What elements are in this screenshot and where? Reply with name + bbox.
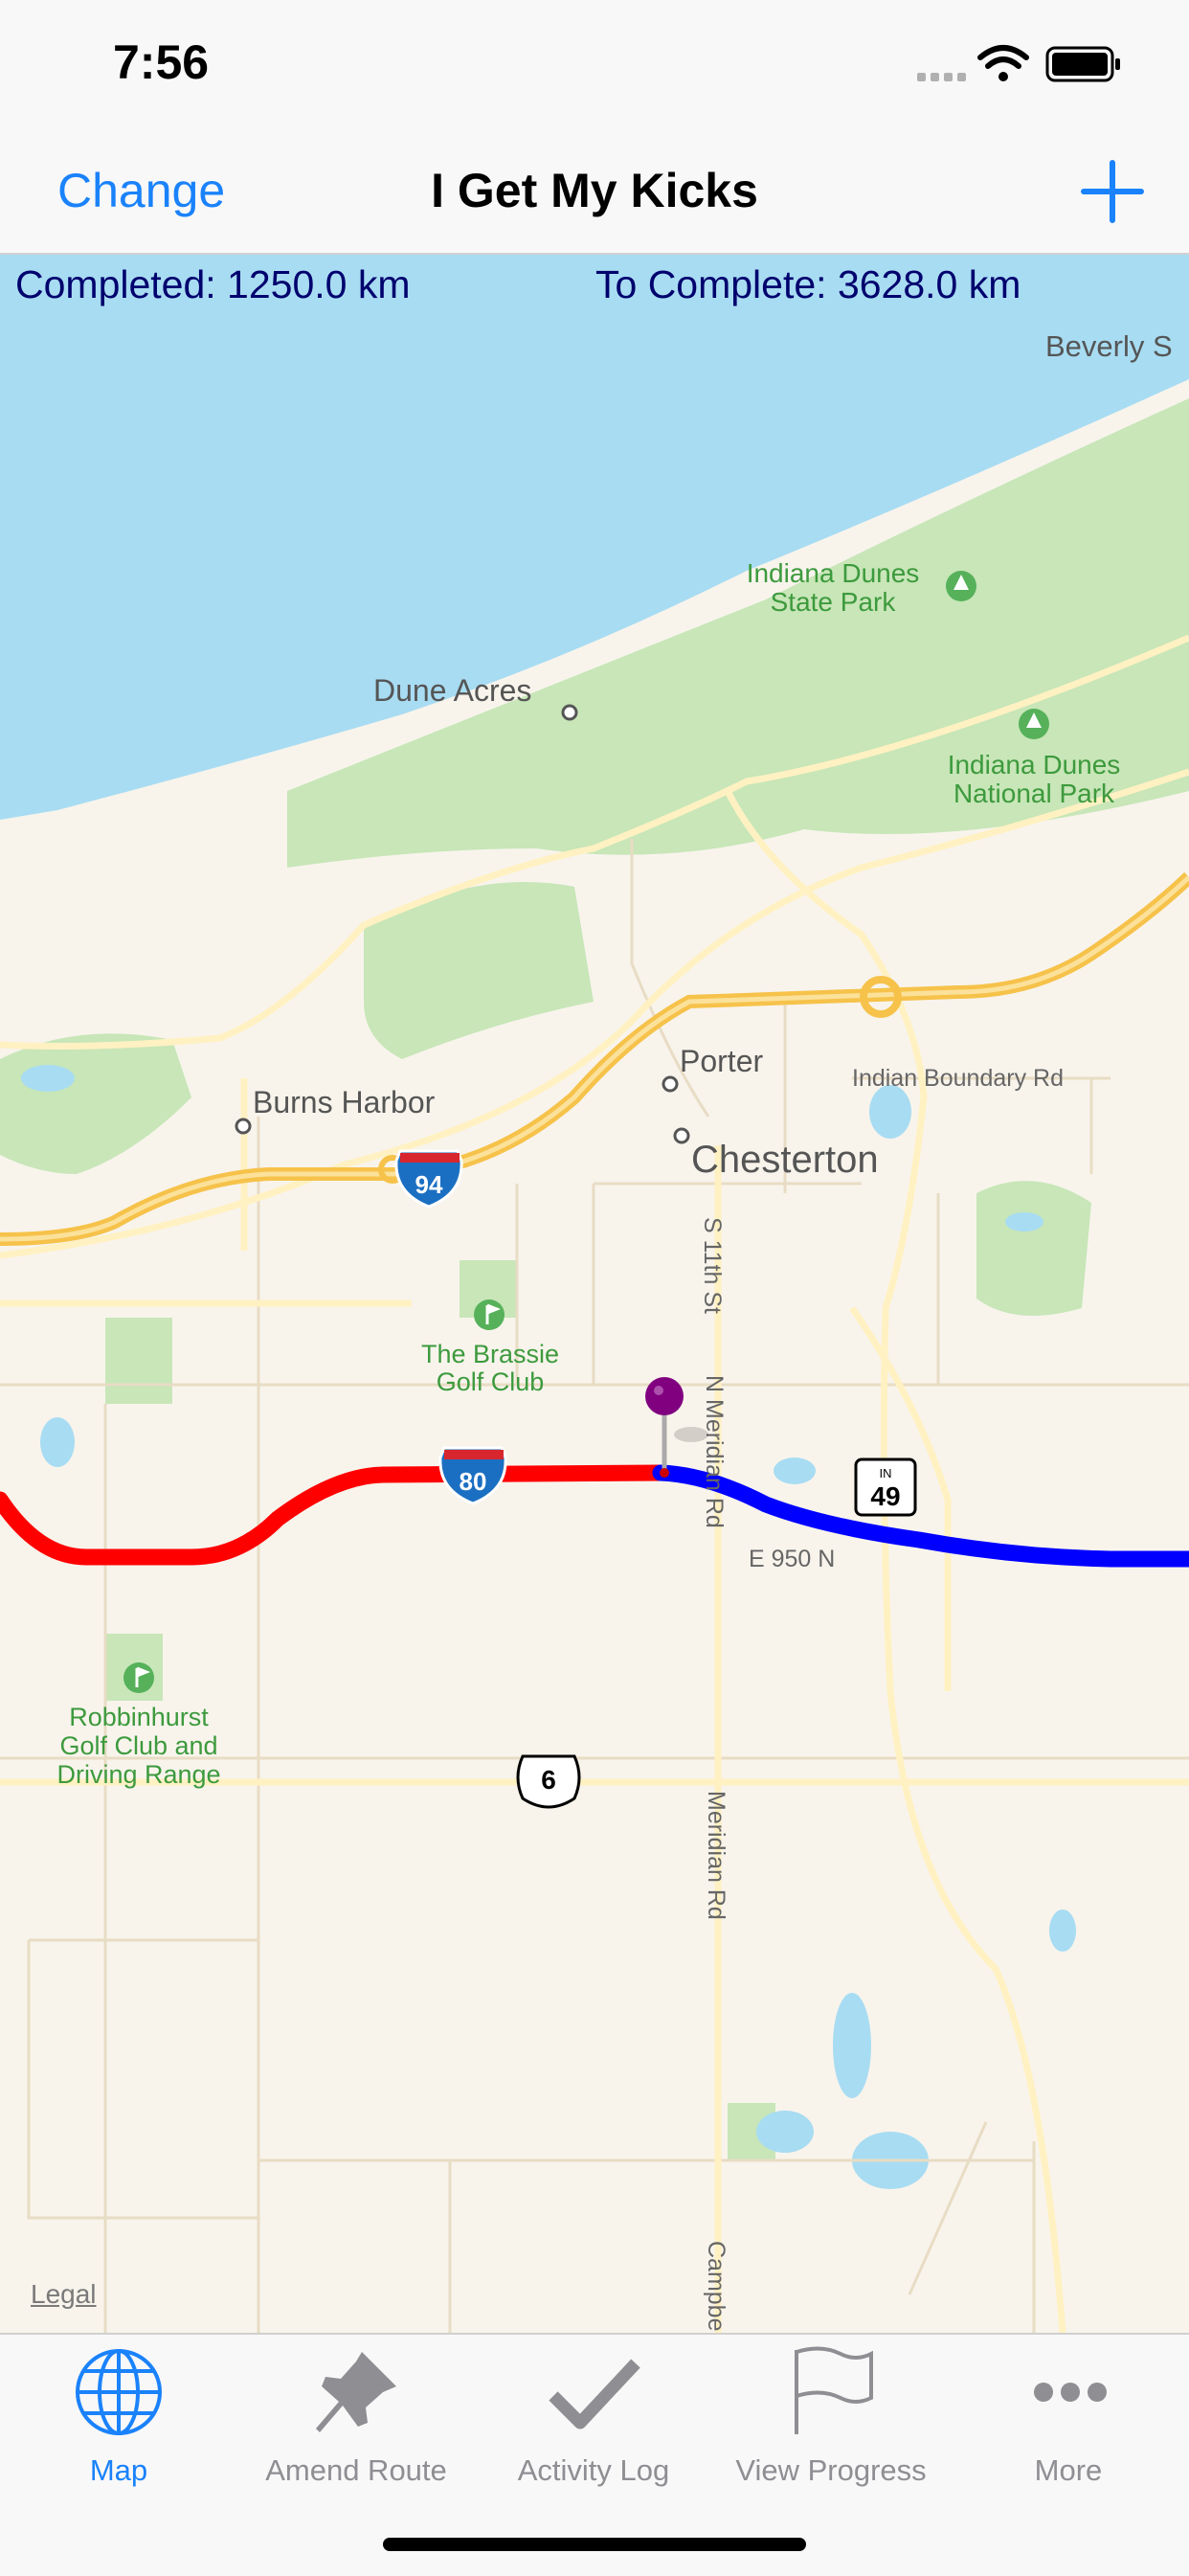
tree-icon: [1019, 709, 1049, 739]
tree-icon: [946, 571, 976, 601]
pond: [756, 2111, 814, 2153]
tab-label: Map: [89, 2453, 148, 2487]
green-area: [976, 1181, 1091, 1316]
label-robbinhurst-2: Golf Club and: [59, 1731, 217, 1760]
pond: [774, 1457, 816, 1484]
label-national-park-2: National Park: [953, 779, 1115, 808]
label-brassie-1: The Brassie: [421, 1340, 559, 1368]
label-national-park-1: Indiana Dunes: [948, 750, 1121, 780]
golf-icon: [123, 1662, 154, 1693]
status-time: 7:56: [113, 35, 210, 89]
label-meridian-rd: Meridian Rd: [703, 1791, 729, 1920]
change-button[interactable]: Change: [57, 163, 225, 218]
svg-text:IN: IN: [880, 1466, 892, 1480]
label-state-park-2: State Park: [771, 587, 897, 617]
more-icon: [1034, 2383, 1107, 2402]
pond: [833, 1993, 871, 2098]
i80-shield-number: 80: [460, 1467, 487, 1496]
map-view[interactable]: 94 80 6 IN 49 Beverly S Indiana Dunes St…: [0, 255, 1189, 2333]
label-brassie-2: Golf Club: [437, 1367, 545, 1396]
pond: [869, 1085, 911, 1139]
plus-icon[interactable]: [1074, 153, 1151, 230]
tab-activity-log[interactable]: Activity Log: [475, 2335, 712, 2497]
pond: [40, 1417, 75, 1467]
pond: [21, 1065, 75, 1092]
completed-distance: Completed: 1250.0 km: [15, 262, 411, 306]
label-campbell: Campbe: [703, 2241, 729, 2332]
globe-icon: [76, 2349, 162, 2435]
label-burns-harbor: Burns Harbor: [253, 1085, 436, 1119]
tab-more[interactable]: More: [950, 2335, 1187, 2497]
tab-label: Amend Route: [265, 2453, 447, 2487]
label-n-meridian-rd: N Meridian Rd: [701, 1375, 728, 1528]
tab-map[interactable]: Map: [0, 2335, 237, 2497]
navigation-bar: Change I Get My Kicks: [0, 126, 1189, 255]
label-robbinhurst-1: Robbinhurst: [69, 1703, 209, 1731]
pond: [1005, 1212, 1043, 1232]
label-dune-acres: Dune Acres: [373, 673, 531, 708]
flag-icon: [795, 2346, 873, 2434]
label-porter: Porter: [680, 1044, 763, 1078]
status-icons: [917, 45, 1120, 82]
wifi-icon: [977, 45, 1029, 81]
label-beverly: Beverly S: [1045, 329, 1173, 363]
green-area: [105, 1318, 172, 1404]
us6-shield-number: 6: [541, 1765, 556, 1795]
label-chesterton: Chesterton: [691, 1139, 879, 1181]
to-complete-distance: To Complete: 3628.0 km: [595, 262, 1021, 306]
tab-amend-route[interactable]: Amend Route: [237, 2335, 475, 2497]
home-indicator[interactable]: [383, 2538, 806, 2551]
tab-label: More: [1034, 2453, 1103, 2487]
legal-link[interactable]: Legal: [31, 2279, 97, 2310]
checkmark-icon: [549, 2359, 640, 2429]
pond: [1049, 1909, 1076, 1952]
tab-label: View Progress: [735, 2453, 927, 2487]
in49-shield-number: 49: [870, 1481, 900, 1511]
label-e-950-n: E 950 N: [749, 1546, 835, 1572]
label-s-11th-st: S 11th St: [699, 1217, 726, 1314]
label-state-park-1: Indiana Dunes: [747, 558, 920, 588]
signal-icon: [917, 73, 966, 81]
us-6-shield: 6: [516, 1754, 581, 1809]
tab-bar: Map Amend Route Activity Log View Progre…: [0, 2333, 1189, 2576]
in-49-shield: IN 49: [854, 1457, 917, 1517]
battery-icon: [1045, 46, 1120, 82]
tab-label: Activity Log: [517, 2453, 670, 2487]
i94-shield-number: 94: [415, 1170, 443, 1199]
label-robbinhurst-3: Driving Range: [56, 1760, 220, 1789]
golf-icon: [474, 1299, 505, 1330]
tab-view-progress[interactable]: View Progress: [712, 2335, 950, 2497]
status-bar: 7:56: [0, 0, 1189, 126]
map-canvas[interactable]: 94 80 6 IN 49 Beverly S Indiana Dunes St…: [0, 255, 1189, 2333]
label-indian-boundary-rd: Indian Boundary Rd: [852, 1065, 1064, 1092]
pin-icon: [316, 2352, 396, 2432]
